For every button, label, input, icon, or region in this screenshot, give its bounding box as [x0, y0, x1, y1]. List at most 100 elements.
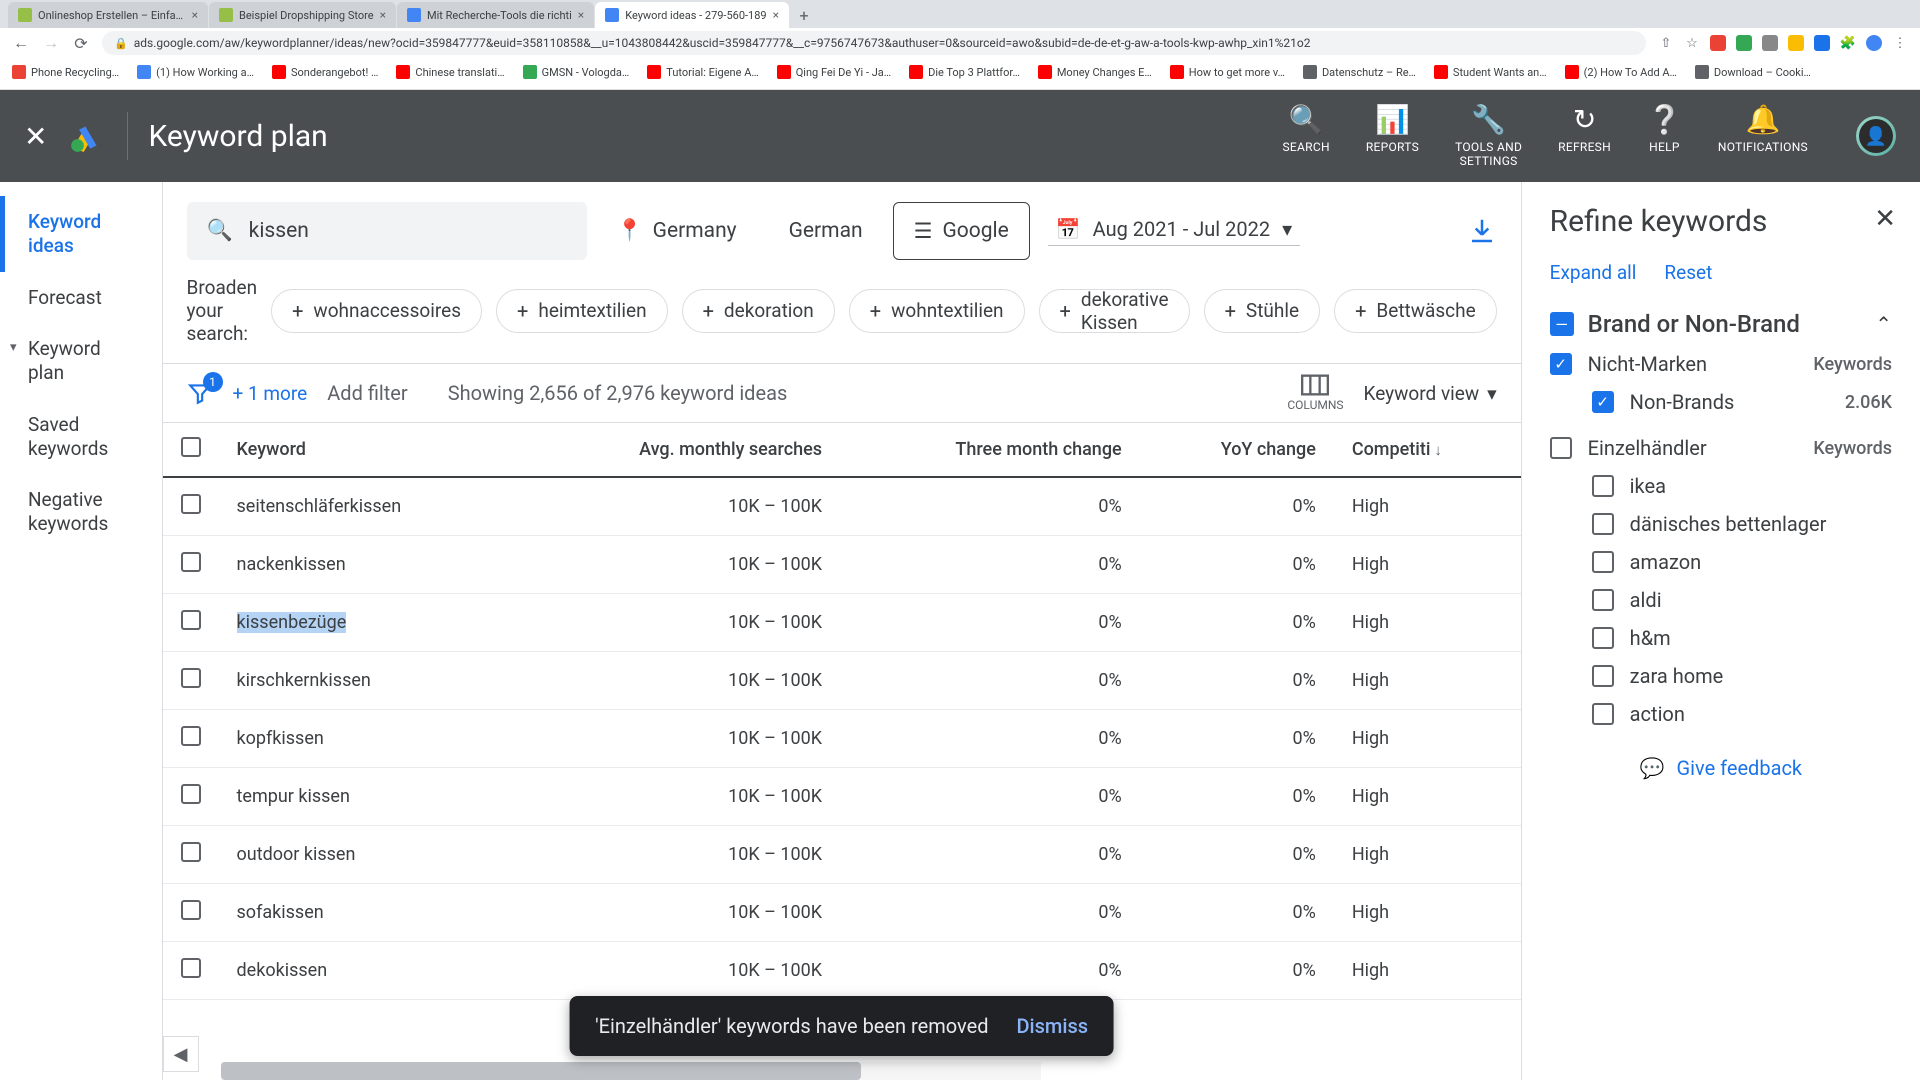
tools-action[interactable]: 🔧TOOLS AND SETTINGS: [1455, 104, 1522, 169]
language-chip[interactable]: 🊮 German: [767, 219, 875, 243]
browser-tab[interactable]: Mit Recherche-Tools die richti×: [397, 2, 594, 28]
google-ads-logo-icon[interactable]: [67, 116, 107, 156]
table-row[interactable]: sofakissen 10K – 100K 0% 0% High: [163, 884, 1521, 942]
reset-link[interactable]: Reset: [1664, 261, 1712, 284]
facet-item-retailer[interactable]: aldi: [1592, 588, 1892, 612]
date-range-chip[interactable]: 📅 Aug 2021 - Jul 2022 ▾: [1048, 217, 1300, 246]
row-checkbox[interactable]: [181, 784, 201, 804]
bookmark-item[interactable]: Chinese translati…: [396, 65, 504, 79]
close-icon[interactable]: ×: [773, 8, 779, 22]
help-action[interactable]: ❔HELP: [1647, 104, 1682, 154]
row-checkbox[interactable]: [181, 552, 201, 572]
close-icon[interactable]: ×: [192, 8, 198, 22]
bookmark-item[interactable]: Phone Recycling…: [12, 65, 119, 79]
expand-all-link[interactable]: Expand all: [1550, 261, 1637, 284]
row-checkbox[interactable]: [181, 958, 201, 978]
toast-dismiss-button[interactable]: Dismiss: [1016, 1014, 1088, 1038]
checkbox[interactable]: [1592, 513, 1614, 535]
close-icon[interactable]: ×: [380, 8, 386, 22]
close-button[interactable]: ✕: [24, 120, 47, 153]
filter-button[interactable]: 1: [187, 380, 213, 406]
bookmark-item[interactable]: Die Top 3 Plattfor…: [909, 65, 1020, 79]
network-chip[interactable]: ☰ Google: [893, 202, 1030, 260]
checkbox[interactable]: [1592, 589, 1614, 611]
table-row[interactable]: kissenbezüge 10K – 100K 0% 0% High: [163, 594, 1521, 652]
select-all-checkbox[interactable]: [181, 437, 201, 457]
facet-item-retailer[interactable]: zara home: [1592, 664, 1892, 688]
browser-tab[interactable]: Beispiel Dropshipping Store×: [209, 2, 396, 28]
table-row[interactable]: kirschkernkissen 10K – 100K 0% 0% High: [163, 652, 1521, 710]
bookmark-item[interactable]: Qing Fei De Yi - Ja…: [777, 65, 891, 79]
reports-action[interactable]: 📊REPORTS: [1366, 104, 1419, 154]
broaden-pill[interactable]: +dekorative Kissen: [1039, 289, 1190, 333]
notifications-action[interactable]: 🔔NOTIFICATIONS: [1718, 104, 1808, 154]
col-keyword[interactable]: Keyword: [219, 423, 516, 477]
nav-item[interactable]: Negative keywords: [0, 474, 162, 550]
facet-item-non-brands[interactable]: ✓ Non-Brands 2.06K: [1592, 390, 1892, 414]
search-term-chip[interactable]: 🔍 kissen: [187, 202, 587, 260]
nav-item[interactable]: Keyword ideas: [0, 196, 162, 272]
checkbox[interactable]: [1592, 703, 1614, 725]
extension-icon[interactable]: [1710, 35, 1726, 51]
col-three-month[interactable]: Three month change: [840, 423, 1140, 477]
profile-avatar-icon[interactable]: [1866, 35, 1882, 51]
extension-icon[interactable]: [1814, 35, 1830, 51]
facet-header[interactable]: — Brand or Non-Brand ⌃: [1550, 310, 1892, 338]
nav-item[interactable]: Saved keywords: [0, 399, 162, 475]
account-avatar[interactable]: 👤: [1856, 116, 1896, 156]
checkbox-checked[interactable]: ✓: [1592, 391, 1614, 413]
refresh-action[interactable]: ↻REFRESH: [1558, 104, 1611, 154]
extension-icon[interactable]: [1736, 35, 1752, 51]
browser-tab[interactable]: Onlineshop Erstellen – Einfach×: [8, 2, 208, 28]
checkbox[interactable]: [1592, 475, 1614, 497]
table-row[interactable]: dekokissen 10K – 100K 0% 0% High: [163, 942, 1521, 1000]
facet-item-retailer[interactable]: dänisches bettenlager: [1592, 512, 1892, 536]
col-searches[interactable]: Avg. monthly searches: [516, 423, 840, 477]
bookmark-item[interactable]: Sonderangebot! …: [272, 65, 378, 79]
row-checkbox[interactable]: [181, 494, 201, 514]
panel-close-button[interactable]: ✕: [1874, 204, 1896, 234]
give-feedback-button[interactable]: 💬 Give feedback: [1550, 756, 1892, 780]
checkbox[interactable]: [1550, 437, 1572, 459]
broaden-pill[interactable]: +Stühle: [1204, 289, 1321, 333]
facet-group-einzelhaendler[interactable]: Einzelhändler Keywords: [1550, 436, 1892, 460]
broaden-pill[interactable]: +Bettwäsche: [1334, 289, 1497, 333]
forward-button[interactable]: →: [42, 34, 60, 52]
bookmark-item[interactable]: (1) How Working a…: [137, 65, 254, 79]
nav-item[interactable]: Forecast: [0, 272, 162, 324]
kebab-menu-icon[interactable]: ⋮: [1892, 35, 1908, 51]
table-row[interactable]: seitenschläferkissen 10K – 100K 0% 0% Hi…: [163, 477, 1521, 536]
bookmark-item[interactable]: Datenschutz – Re…: [1303, 65, 1416, 79]
close-icon[interactable]: ×: [578, 8, 584, 22]
table-row[interactable]: nackenkissen 10K – 100K 0% 0% High: [163, 536, 1521, 594]
facet-item-retailer[interactable]: amazon: [1592, 550, 1892, 574]
nav-item[interactable]: Keyword plan: [0, 323, 162, 399]
facet-item-retailer[interactable]: h&m: [1592, 626, 1892, 650]
bookmark-item[interactable]: Download – Cooki…: [1695, 65, 1811, 79]
table-row[interactable]: outdoor kissen 10K – 100K 0% 0% High: [163, 826, 1521, 884]
view-selector[interactable]: Keyword view ▾: [1364, 382, 1497, 405]
facet-group-nicht-marken[interactable]: ✓ Nicht-Marken Keywords: [1550, 352, 1892, 376]
download-button[interactable]: [1467, 216, 1497, 246]
reload-button[interactable]: ⟳: [72, 34, 90, 52]
table-row[interactable]: tempur kissen 10K – 100K 0% 0% High: [163, 768, 1521, 826]
new-tab-button[interactable]: +: [790, 2, 818, 28]
broaden-pill[interactable]: +wohntextilien: [849, 289, 1025, 333]
bookmark-item[interactable]: Money Changes E…: [1038, 65, 1152, 79]
broaden-pill[interactable]: +wohnaccessoires: [271, 289, 482, 333]
bookmark-item[interactable]: Student Wants an…: [1434, 65, 1547, 79]
row-checkbox[interactable]: [181, 726, 201, 746]
extension-icon[interactable]: [1762, 35, 1778, 51]
location-chip[interactable]: 📍 Germany: [605, 219, 749, 243]
extension-icon[interactable]: [1788, 35, 1804, 51]
checkbox-checked[interactable]: ✓: [1550, 353, 1572, 375]
checkbox[interactable]: [1592, 627, 1614, 649]
url-input[interactable]: 🔒ads.google.com/aw/keywordplanner/ideas/…: [102, 31, 1646, 55]
search-action[interactable]: 🔍SEARCH: [1282, 104, 1329, 154]
row-checkbox[interactable]: [181, 900, 201, 920]
star-icon[interactable]: ☆: [1684, 35, 1700, 51]
col-competition[interactable]: Competiti↓: [1334, 423, 1521, 477]
add-filter-button[interactable]: Add filter: [327, 381, 407, 405]
broaden-pill[interactable]: +heimtextilien: [496, 289, 668, 333]
more-filters-link[interactable]: + 1 more: [233, 382, 308, 405]
